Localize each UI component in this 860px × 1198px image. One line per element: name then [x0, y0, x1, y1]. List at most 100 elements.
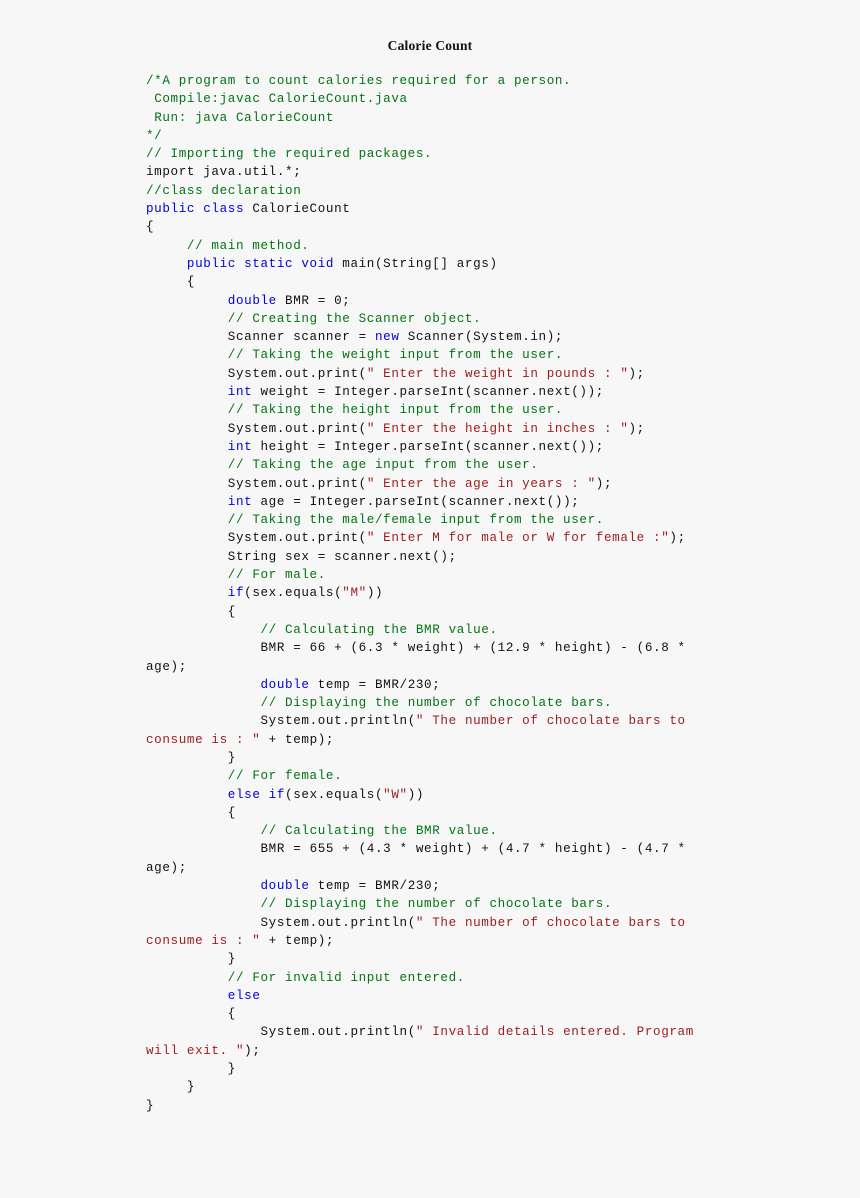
- code-token-pl: }: [146, 1080, 196, 1095]
- code-token-pl: CalorieCount: [252, 202, 351, 217]
- code-line: else if(sex.equals("W")): [146, 786, 718, 804]
- code-token-pl: temp = BMR/230;: [317, 677, 441, 692]
- code-line: // Taking the male/female input from the…: [146, 511, 718, 529]
- code-line: public static void main(String[] args): [146, 255, 718, 273]
- code-token-pl: {: [146, 1007, 236, 1022]
- code-token-pl: height = Integer.parseInt(scanner.next()…: [260, 439, 604, 454]
- code-line: }: [146, 1060, 718, 1078]
- code-line: /*A program to count calories required f…: [146, 72, 718, 90]
- code-token-kw: else if: [146, 787, 286, 802]
- code-line: // Displaying the number of chocolate ba…: [146, 895, 718, 913]
- code-token-pl: }: [146, 952, 236, 967]
- code-token-kw: if: [146, 586, 245, 601]
- code-token-pl: BMR = 655 + (4.3 * weight) + (4.7 * heig…: [146, 842, 694, 875]
- code-line: else: [146, 987, 718, 1005]
- code-line: }: [146, 1078, 718, 1096]
- page-title: Calorie Count: [387, 38, 473, 53]
- code-token-pl: import java.util.*;: [146, 165, 302, 180]
- code-line: Run: java CalorieCount: [146, 109, 718, 127]
- code-line: System.out.println(" Invalid details ent…: [146, 1023, 718, 1060]
- code-line: int weight = Integer.parseInt(scanner.ne…: [146, 383, 718, 401]
- code-token-kw: public static void: [146, 256, 343, 271]
- code-line: if(sex.equals("M")): [146, 584, 718, 602]
- code-token-pl: BMR = 0;: [285, 293, 351, 308]
- code-token-str: "M": [342, 586, 367, 601]
- code-token-pl: {: [146, 604, 236, 619]
- code-line: System.out.print(" Enter the weight in p…: [146, 365, 718, 383]
- code-token-cm: // Calculating the BMR value.: [146, 824, 498, 839]
- code-token-pl: weight = Integer.parseInt(scanner.next()…: [260, 385, 604, 400]
- code-token-pl: );: [669, 531, 686, 546]
- code-token-kw: else: [146, 988, 261, 1003]
- code-token-cm: // Creating the Scanner object.: [146, 311, 482, 326]
- code-line: // Taking the height input from the user…: [146, 401, 718, 419]
- code-token-pl: }: [146, 750, 236, 765]
- code-line: // Taking the age input from the user.: [146, 456, 718, 474]
- code-line: import java.util.*;: [146, 163, 718, 181]
- code-token-pl: );: [628, 421, 645, 436]
- code-token-pl: temp = BMR/230;: [317, 879, 441, 894]
- code-line: // For female.: [146, 767, 718, 785]
- code-token-pl: main(String[] args): [342, 256, 498, 271]
- source-code-block: /*A program to count calories required f…: [146, 72, 718, 1115]
- code-token-cm: /*A program to count calories required f…: [146, 74, 572, 88]
- code-line: BMR = 655 + (4.3 * weight) + (4.7 * heig…: [146, 840, 718, 877]
- code-token-pl: );: [244, 1043, 261, 1058]
- code-line: }: [146, 1097, 718, 1115]
- code-line: System.out.print(" Enter the age in year…: [146, 475, 718, 493]
- code-line: {: [146, 603, 718, 621]
- code-token-cm: // Calculating the BMR value.: [146, 622, 498, 637]
- code-line: Scanner scanner = new Scanner(System.in)…: [146, 328, 718, 346]
- code-token-pl: {: [146, 805, 236, 820]
- code-line: // Taking the weight input from the user…: [146, 346, 718, 364]
- code-token-kw: int: [146, 439, 261, 454]
- code-token-pl: System.out.print(: [146, 421, 367, 436]
- code-line: //class declaration: [146, 182, 718, 200]
- code-token-str: " Enter the age in years : ": [366, 476, 596, 491]
- code-token-cm: // For female.: [146, 769, 343, 784]
- code-token-pl: System.out.println(: [146, 714, 416, 729]
- code-token-kw: double: [146, 879, 318, 894]
- code-token-pl: );: [595, 476, 613, 491]
- code-token-pl: {: [146, 220, 155, 235]
- code-line: // For male.: [146, 566, 718, 584]
- code-token-kw: double: [146, 293, 286, 308]
- code-line: int age = Integer.parseInt(scanner.next(…: [146, 493, 718, 511]
- code-token-cm: //class declaration: [146, 183, 302, 198]
- code-token-pl: );: [628, 366, 645, 381]
- code-token-pl: String sex = scanner.next();: [146, 549, 457, 564]
- code-line: public class CalorieCount: [146, 200, 718, 218]
- code-token-str: " Enter M for male or W for female :": [366, 531, 670, 546]
- code-token-cm: // Importing the required packages.: [146, 147, 433, 162]
- code-line: {: [146, 218, 718, 236]
- code-line: // Importing the required packages.: [146, 145, 718, 163]
- code-token-pl: Scanner(System.in);: [407, 330, 564, 345]
- code-token-pl: }: [146, 1098, 155, 1113]
- code-line: // main method.: [146, 237, 718, 255]
- code-token-cm: Run: java CalorieCount: [146, 110, 335, 125]
- code-token-pl: + temp);: [260, 732, 335, 747]
- code-token-pl: System.out.print(: [146, 531, 367, 546]
- code-token-str: "W": [383, 787, 408, 802]
- code-token-pl: (sex.equals(: [244, 586, 343, 601]
- code-line: BMR = 66 + (6.3 * weight) + (12.9 * heig…: [146, 639, 718, 676]
- code-token-cm: // Displaying the number of chocolate ba…: [146, 696, 613, 711]
- code-token-cm: // Displaying the number of chocolate ba…: [146, 897, 613, 912]
- code-line: int height = Integer.parseInt(scanner.ne…: [146, 438, 718, 456]
- code-token-kw: public class: [146, 202, 253, 217]
- code-line: }: [146, 749, 718, 767]
- code-token-pl: System.out.println(: [146, 915, 416, 930]
- code-token-cm: // For invalid input entered.: [146, 970, 465, 985]
- code-listing-page: Calorie Count /*A program to count calor…: [0, 0, 860, 1198]
- code-line: String sex = scanner.next();: [146, 548, 718, 566]
- code-line: // Calculating the BMR value.: [146, 822, 718, 840]
- code-token-pl: (sex.equals(: [285, 787, 384, 802]
- code-token-cm: // main method.: [146, 238, 310, 253]
- code-token-pl: }: [146, 1062, 236, 1077]
- code-token-kw: int: [146, 494, 261, 509]
- code-token-pl: {: [146, 275, 196, 290]
- code-token-cm: // Taking the male/female input from the…: [146, 513, 604, 528]
- code-line: double temp = BMR/230;: [146, 676, 718, 694]
- code-token-pl: age = Integer.parseInt(scanner.next());: [260, 494, 580, 509]
- code-token-cm: // Taking the height input from the user…: [146, 403, 564, 418]
